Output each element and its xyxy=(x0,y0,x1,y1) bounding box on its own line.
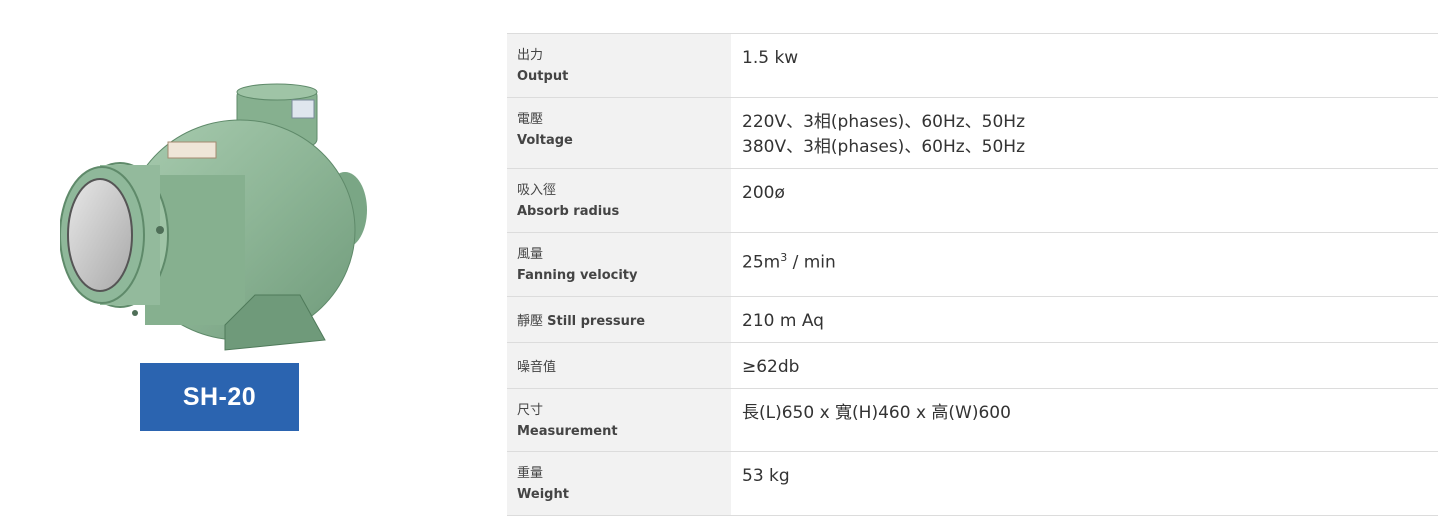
spec-label-zh: 重量 xyxy=(517,466,544,481)
spec-value: 1.5 kw xyxy=(731,33,1438,98)
spec-label-zh: 出力 xyxy=(517,48,544,63)
spec-row-still-pressure: 靜壓 Still pressure 210 m Aq xyxy=(507,296,1438,343)
spec-label-en: Absorb radius xyxy=(517,204,620,219)
spec-table: 出力 Output 1.5 kw 電壓 Voltage 220V、3相(phas… xyxy=(507,33,1438,516)
spec-label: 風量 Fanning velocity xyxy=(507,232,731,297)
spec-label: 出力 Output xyxy=(507,33,731,98)
spec-value-text: 220V、3相(phases)、60Hz、50Hz xyxy=(742,112,1025,132)
spec-row-noise: 噪音值 ≥62db xyxy=(507,342,1438,389)
spec-label-en: Voltage xyxy=(517,133,573,148)
spec-label-zh: 吸入徑 xyxy=(517,183,557,198)
value-unit: / min xyxy=(787,252,836,273)
spec-value-text: 200ø xyxy=(742,183,785,203)
spec-row-voltage: 電壓 Voltage 220V、3相(phases)、60Hz、50Hz 380… xyxy=(507,97,1438,169)
spec-value-text: 1.5 kw xyxy=(742,48,799,68)
spec-label-en: Still pressure xyxy=(547,314,646,329)
spec-value: 220V、3相(phases)、60Hz、50Hz 380V、3相(phases… xyxy=(731,97,1438,169)
spec-label: 噪音值 xyxy=(507,342,731,389)
spec-value-text: 53 kg xyxy=(742,466,790,486)
spec-row-absorb-radius: 吸入徑 Absorb radius 200ø xyxy=(507,168,1438,233)
spec-value: ≥62db xyxy=(731,342,1438,389)
product-panel: SH-20 xyxy=(60,80,380,440)
spec-value-text: 25m3 / min xyxy=(742,245,1438,276)
spec-value: 210 m Aq xyxy=(731,296,1438,343)
spec-label-zh: 風量 xyxy=(517,247,544,262)
spec-value-text: 長(L)650 x 寬(H)460 x 高(W)600 xyxy=(742,403,1011,423)
model-badge: SH-20 xyxy=(140,363,299,431)
spec-value-text: ≥62db xyxy=(742,357,800,377)
spec-label: 靜壓 Still pressure xyxy=(507,296,731,343)
spec-row-output: 出力 Output 1.5 kw xyxy=(507,33,1438,98)
spec-label-zh: 靜壓 xyxy=(517,314,544,329)
spec-label-en: Weight xyxy=(517,487,569,502)
value-main: 25m xyxy=(742,252,781,273)
spec-row-fanning-velocity: 風量 Fanning velocity 25m3 / min xyxy=(507,232,1438,297)
spec-row-weight: 重量 Weight 53 kg xyxy=(507,451,1438,516)
spec-label-en: Fanning velocity xyxy=(517,268,638,283)
spec-label: 電壓 Voltage xyxy=(507,97,731,169)
spec-value-text: 380V、3相(phases)、60Hz、50Hz xyxy=(742,137,1025,157)
spec-label: 尺寸 Measurement xyxy=(507,388,731,452)
spec-label: 吸入徑 Absorb radius xyxy=(507,168,731,233)
spec-label-en: Measurement xyxy=(517,424,618,439)
spec-row-measurement: 尺寸 Measurement 長(L)650 x 寬(H)460 x 高(W)6… xyxy=(507,388,1438,452)
spec-value: 長(L)650 x 寬(H)460 x 高(W)600 xyxy=(731,388,1438,452)
spec-label-zh: 尺寸 xyxy=(517,403,544,418)
spec-label: 重量 Weight xyxy=(507,451,731,516)
blower-fan-image xyxy=(60,83,367,351)
spec-label-zh: 噪音值 xyxy=(517,360,557,375)
spec-label-en: Output xyxy=(517,69,569,84)
spec-value: 25m3 / min xyxy=(731,232,1438,297)
spec-value-text: 210 m Aq xyxy=(742,311,824,331)
spec-label-zh: 電壓 xyxy=(517,112,544,127)
spec-value: 200ø xyxy=(731,168,1438,233)
spec-value: 53 kg xyxy=(731,451,1438,516)
